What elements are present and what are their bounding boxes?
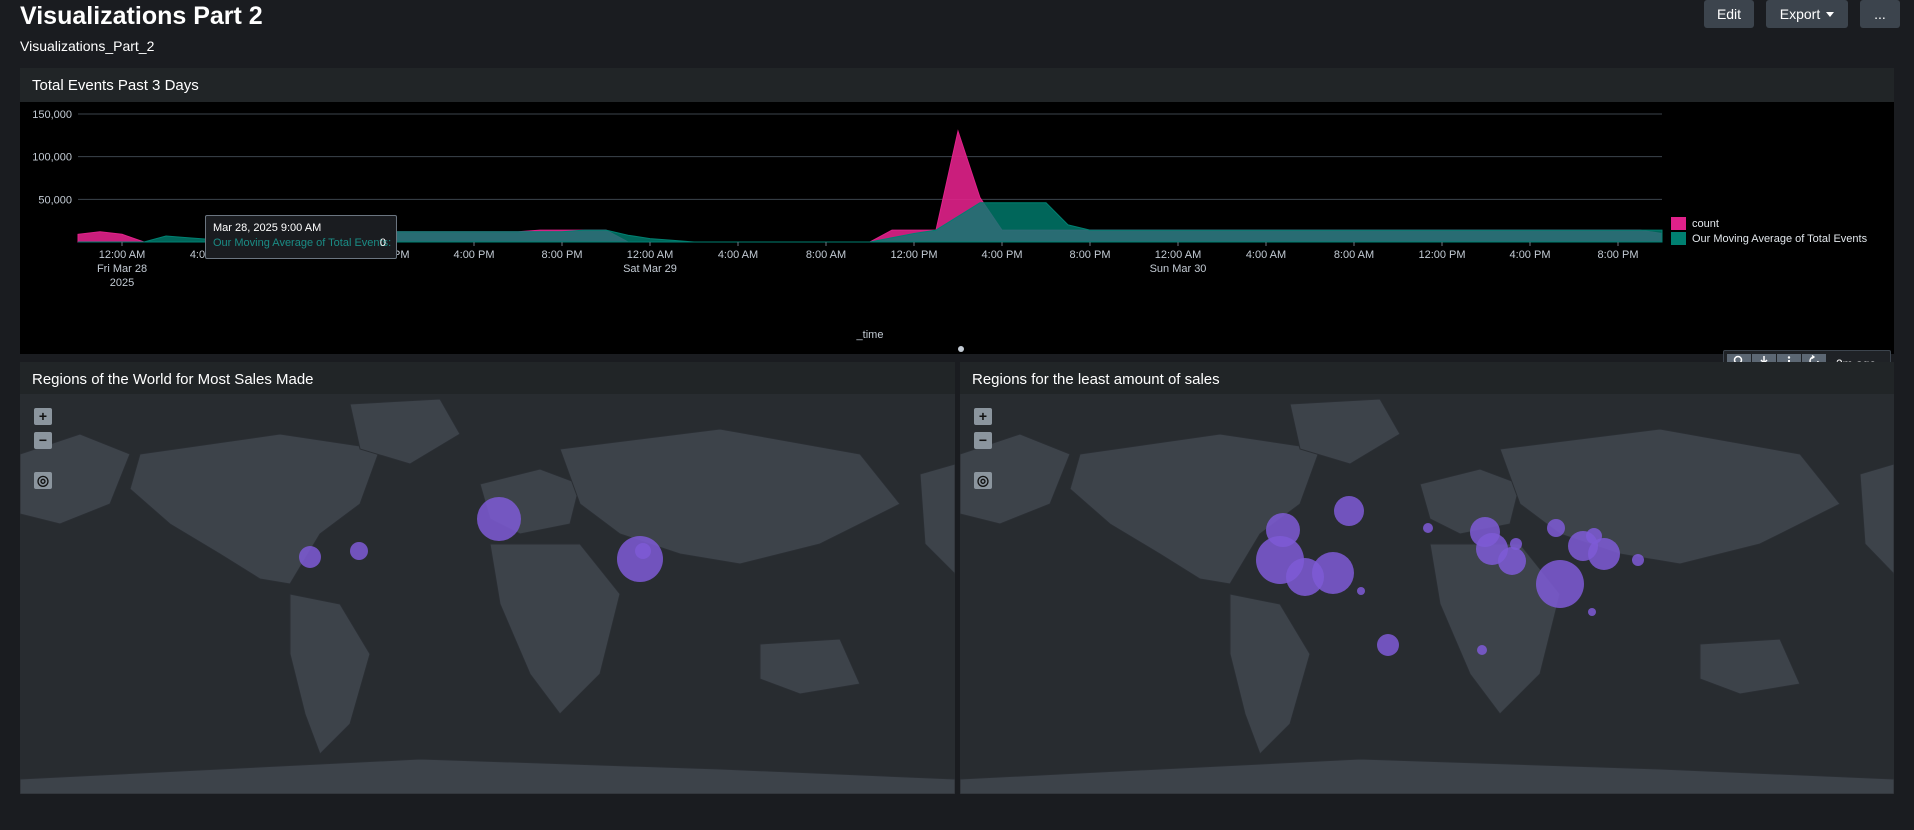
world-map-right[interactable] <box>960 394 1894 794</box>
tooltip-time: Mar 28, 2025 9:00 AM <box>213 222 322 234</box>
zoom-in-button[interactable]: + <box>974 408 992 425</box>
x-tick-label: 8:00 AM <box>1334 249 1374 261</box>
chart-tooltip: Mar 28, 2025 9:00 AM Our Moving Average … <box>205 215 397 259</box>
legend-item-count[interactable]: count <box>1671 216 1867 231</box>
x-tick-label: 12:00 PM <box>890 249 937 261</box>
x-tick-label: 12:00 PM <box>1418 249 1465 261</box>
x-tick-label: Sun Mar 30 <box>1150 263 1207 275</box>
x-tick-label: 8:00 AM <box>806 249 846 261</box>
sales-bubble[interactable] <box>350 542 368 560</box>
x-tick-label: 8:00 PM <box>542 249 583 261</box>
x-tick-label: 12:00 AM <box>627 249 673 261</box>
sales-bubble[interactable] <box>1357 587 1365 595</box>
more-actions-button[interactable]: ... <box>1860 0 1900 28</box>
dashboard-title: Visualizations Part 2 <box>20 2 263 30</box>
map-right[interactable]: + − ◎ <box>960 394 1894 794</box>
legend-swatch <box>1671 232 1686 245</box>
x-tick-label: Fri Mar 28 <box>97 263 147 275</box>
sales-bubble[interactable] <box>1588 608 1596 616</box>
legend-item-moving-average[interactable]: Our Moving Average of Total Events <box>1671 231 1867 246</box>
sales-bubble[interactable] <box>299 546 321 568</box>
x-tick-label: 4:00 AM <box>1246 249 1286 261</box>
zoom-in-button[interactable]: + <box>34 408 52 425</box>
dashboard-subtitle: Visualizations_Part_2 <box>20 38 155 54</box>
sales-bubble[interactable] <box>1334 496 1364 526</box>
panel-title: Regions of the World for Most Sales Made <box>32 371 314 388</box>
x-tick-label: 8:00 PM <box>1598 249 1639 261</box>
x-tick-label: 4:00 PM <box>1510 249 1551 261</box>
sales-bubble[interactable] <box>477 497 521 541</box>
legend-label: Our Moving Average of Total Events <box>1692 232 1868 245</box>
sales-bubble[interactable] <box>1586 528 1602 544</box>
map-panel-right-header: Regions for the least amount of sales <box>960 362 1894 394</box>
map-panel-left-header: Regions of the World for Most Sales Made <box>20 362 955 394</box>
export-label: Export <box>1779 6 1821 22</box>
timechart-panel: Total Events Past 3 Days 150,000 100,000 5… <box>20 68 1894 354</box>
continents <box>20 398 955 794</box>
sales-bubble[interactable] <box>1377 634 1399 656</box>
x-tick-label: 4:00 PM <box>454 249 495 261</box>
locate-icon[interactable]: ◎ <box>974 472 992 489</box>
sales-bubble[interactable] <box>1632 554 1644 566</box>
x-axis-title: _time <box>856 329 884 341</box>
legend-label: count <box>1692 217 1719 230</box>
panel-resize-handle[interactable] <box>958 346 964 352</box>
continents <box>960 398 1894 794</box>
map-left[interactable]: + − ◎ <box>20 394 955 794</box>
zoom-out-button[interactable]: − <box>34 432 52 449</box>
x-tick-label: Sat Mar 29 <box>623 263 677 275</box>
sales-bubble[interactable] <box>1536 560 1584 608</box>
x-tick-label: 12:00 AM <box>99 249 145 261</box>
locate-icon[interactable]: ◎ <box>34 472 52 489</box>
x-tick-label: 4:00 PM <box>982 249 1023 261</box>
zoom-out-button[interactable]: − <box>974 432 992 449</box>
tooltip-series: Our Moving Average of Total Events: <box>213 237 392 249</box>
panel-title: Regions for the least amount of sales <box>972 371 1220 388</box>
x-tick-label: 12:00 AM <box>1155 249 1201 261</box>
y-tick-label: 150,000 <box>32 109 72 121</box>
sales-bubble[interactable] <box>1547 519 1565 537</box>
tooltip-value: 0 <box>379 237 386 249</box>
sales-bubble[interactable] <box>1423 523 1433 533</box>
x-tick-label: 8:00 PM <box>1070 249 1111 261</box>
x-tick-label: 4:00 AM <box>718 249 758 261</box>
y-tick-label: 50,000 <box>38 194 72 206</box>
legend-swatch <box>1671 217 1686 230</box>
panel-title: Total Events Past 3 Days <box>32 77 199 94</box>
chart-legend: count Our Moving Average of Total Events <box>1671 216 1867 246</box>
chevron-down-icon <box>1826 12 1835 17</box>
y-tick-label: 100,000 <box>32 152 72 164</box>
x-tick-label: 2025 <box>110 277 134 289</box>
sales-bubble[interactable] <box>1312 552 1354 594</box>
export-button[interactable]: Export <box>1766 0 1848 28</box>
sales-bubble[interactable] <box>617 536 663 582</box>
edit-button[interactable]: Edit <box>1704 0 1754 28</box>
sales-bubble[interactable] <box>1477 645 1487 655</box>
world-map-left[interactable] <box>20 394 955 794</box>
sales-bubble[interactable] <box>1498 547 1526 575</box>
sales-bubble[interactable] <box>635 543 651 559</box>
